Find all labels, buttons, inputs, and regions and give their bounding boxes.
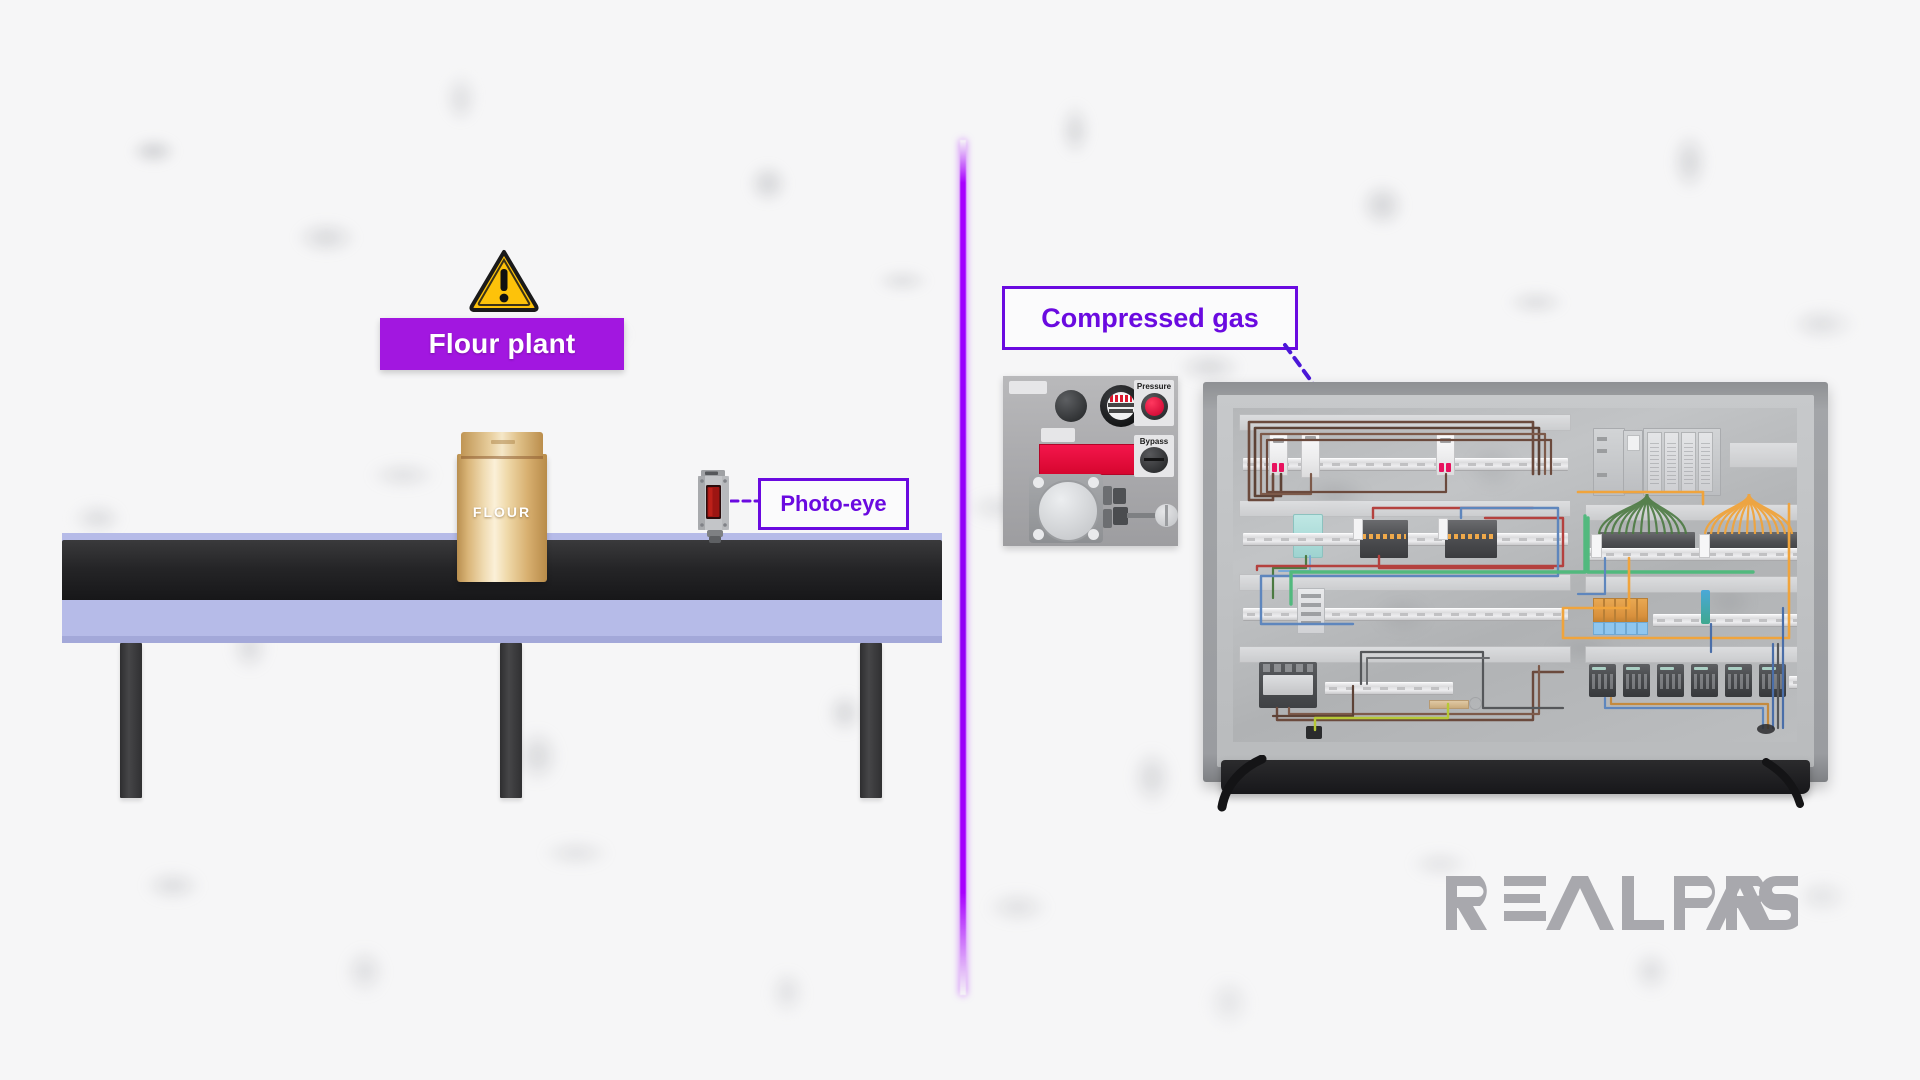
- cabinet-wiring: [1247, 420, 1791, 732]
- bypass-label: Bypass: [1139, 437, 1169, 446]
- pressure-label: Pressure: [1136, 382, 1172, 391]
- panel-nameplate: [1009, 381, 1047, 394]
- photo-eye-callout: Photo-eye: [758, 478, 909, 530]
- photo-eye-sensor: [695, 470, 735, 543]
- realpars-logo: [1446, 872, 1804, 939]
- control-cabinet: [1203, 382, 1828, 794]
- flour-bag-seam: [461, 456, 543, 459]
- valve-solenoid: [1113, 507, 1128, 525]
- conveyor-leg: [860, 643, 882, 798]
- flour-bag-text: FLOUR: [472, 504, 532, 520]
- panel-label-plate: [1041, 428, 1075, 442]
- cable-gland: [1757, 724, 1775, 734]
- bypass-knob[interactable]: [1140, 447, 1168, 473]
- panel-red-display: [1039, 444, 1143, 475]
- compressed-gas-control-panel: Pressure Bypass: [1003, 376, 1178, 546]
- pressure-button-group: Pressure: [1134, 380, 1174, 426]
- valve-handwheel: [1155, 504, 1178, 527]
- cabinet-base-plinth: [1221, 760, 1810, 794]
- flour-plant-label-text: Flour plant: [428, 328, 576, 359]
- photo-eye-callout-text: Photo-eye: [780, 491, 887, 516]
- valve-flange: [1029, 474, 1103, 543]
- compressed-gas-callout-text: Compressed gas: [1041, 302, 1259, 333]
- pressure-push-button[interactable]: [1141, 393, 1168, 420]
- flour-bag-zipper: [491, 440, 515, 444]
- flour-bag-top: [461, 432, 543, 458]
- valve-actuator-upper: [1103, 486, 1112, 505]
- warning-triangle-icon: [468, 248, 540, 314]
- flour-plant-label: Flour plant: [380, 318, 624, 370]
- compressed-gas-callout: Compressed gas: [1002, 286, 1298, 350]
- conveyor-leg: [120, 643, 142, 798]
- conveyor-leg: [500, 643, 522, 798]
- scene-divider: [960, 140, 966, 995]
- valve-actuator-block: [1113, 488, 1126, 504]
- bypass-group: Bypass: [1134, 435, 1174, 477]
- conveyor-frame-shadow: [62, 636, 942, 643]
- scene-root: Flour plant FLOUR Photo-eye Compressed g…: [0, 0, 1920, 1080]
- valve-actuator-lower: [1103, 509, 1112, 528]
- flour-bag: FLOUR: [455, 432, 549, 582]
- cabinet-mounting-plate: [1233, 408, 1797, 742]
- panel-selector-knob[interactable]: [1055, 390, 1087, 422]
